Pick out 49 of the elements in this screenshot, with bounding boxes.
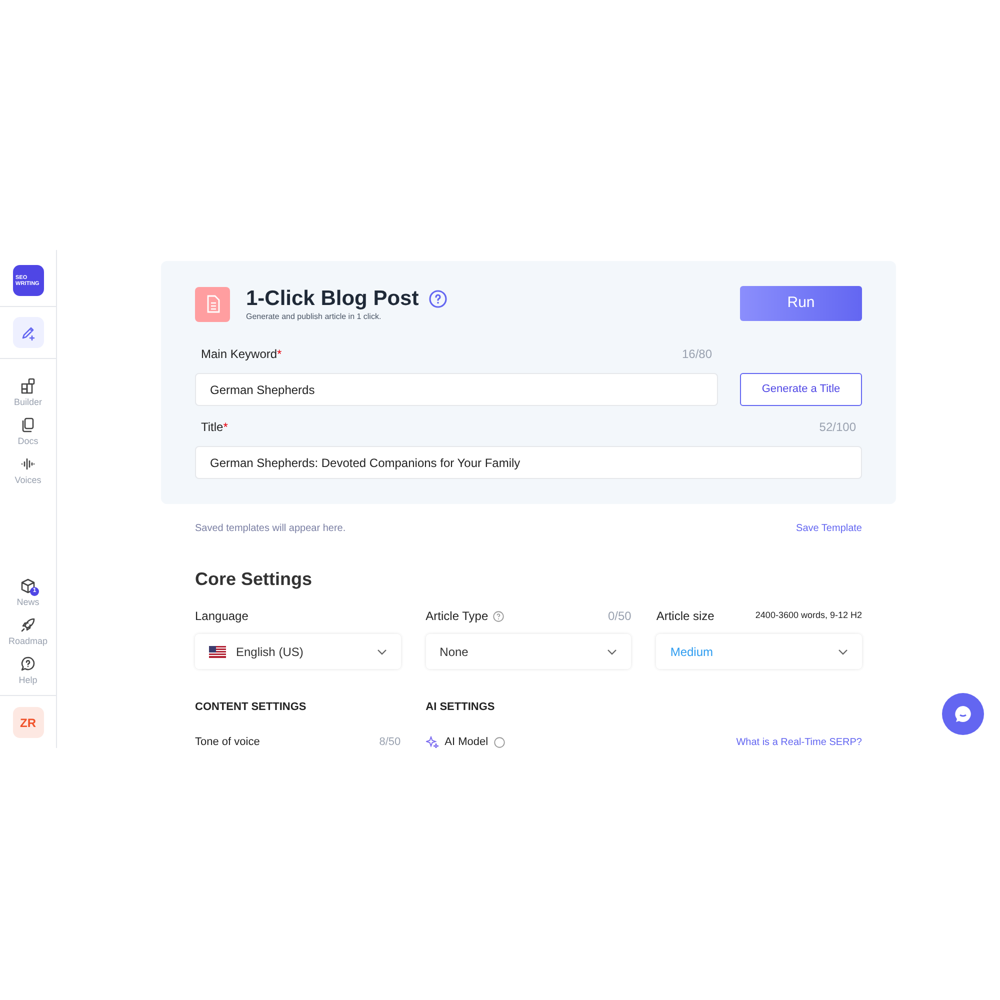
page-subtitle: Generate and publish article in 1 click. [246, 312, 382, 322]
section-heading: CONTENT SETTINGS [195, 700, 308, 715]
documents-icon [20, 417, 36, 433]
nav-item[interactable]: Docs [18, 417, 38, 446]
document-icon [195, 286, 230, 322]
chevron-down-icon [376, 648, 387, 654]
dropdown[interactable]: English (US) [195, 634, 401, 669]
chat-button[interactable] [942, 693, 984, 735]
title-input[interactable]: German Shepherds: Devoted Companions for Your Family [195, 446, 862, 479]
dropdown[interactable]: Medium [656, 634, 862, 669]
field-label: Article Type [426, 608, 488, 625]
field-label: AI Model [444, 736, 488, 748]
field-label: Title* [201, 419, 228, 436]
grid-icon [20, 378, 36, 394]
chevron-down-icon [607, 648, 618, 654]
field-label: Article size [656, 608, 714, 625]
save-template-link[interactable]: Save Template [796, 521, 862, 536]
page-title: 1-Click Blog Post [246, 286, 419, 312]
generate-title-button[interactable]: Generate a Title [740, 373, 862, 406]
dropdown[interactable]: None [426, 634, 632, 669]
character-counter: 52/100 [819, 419, 856, 436]
run-button[interactable]: Run [740, 286, 862, 321]
field-label: Main Keyword* [201, 346, 282, 363]
nav-item[interactable]: Help [18, 656, 38, 685]
chat-bubble-icon [953, 704, 973, 724]
nav-item[interactable]: Builder [14, 378, 42, 407]
nav-item[interactable]: Roadmap [8, 617, 48, 646]
section-heading: Core Settings [195, 568, 314, 590]
serp-info-link[interactable]: What is a Real-Time SERP? [736, 736, 862, 748]
field-hint: 0/50 [608, 608, 632, 625]
keyword-input[interactable]: German Shepherds [195, 373, 718, 406]
flag-icon [209, 646, 226, 658]
field-label: Tone of voice [195, 736, 260, 748]
templates-note: Saved templates will appear here. [195, 522, 346, 536]
sparkle-icon [426, 736, 439, 748]
new-document-button[interactable] [12, 317, 44, 348]
help-bubble-icon [20, 656, 36, 672]
user-avatar[interactable]: ZR [12, 707, 44, 738]
character-counter: 16/80 [682, 346, 712, 363]
sound-wave-icon [20, 456, 36, 472]
field-hint: 2400-3600 words, 9-12 H2 [755, 609, 862, 622]
section-heading: AI SETTINGS [426, 700, 496, 715]
field-label: Language [195, 608, 248, 625]
chevron-down-icon [838, 648, 848, 654]
box-icon [20, 578, 36, 594]
pencil-plus-icon [20, 324, 36, 340]
character-counter: 8/50 [379, 736, 401, 748]
rocket-icon [20, 617, 36, 633]
nav-item[interactable]: Voices [14, 456, 42, 485]
